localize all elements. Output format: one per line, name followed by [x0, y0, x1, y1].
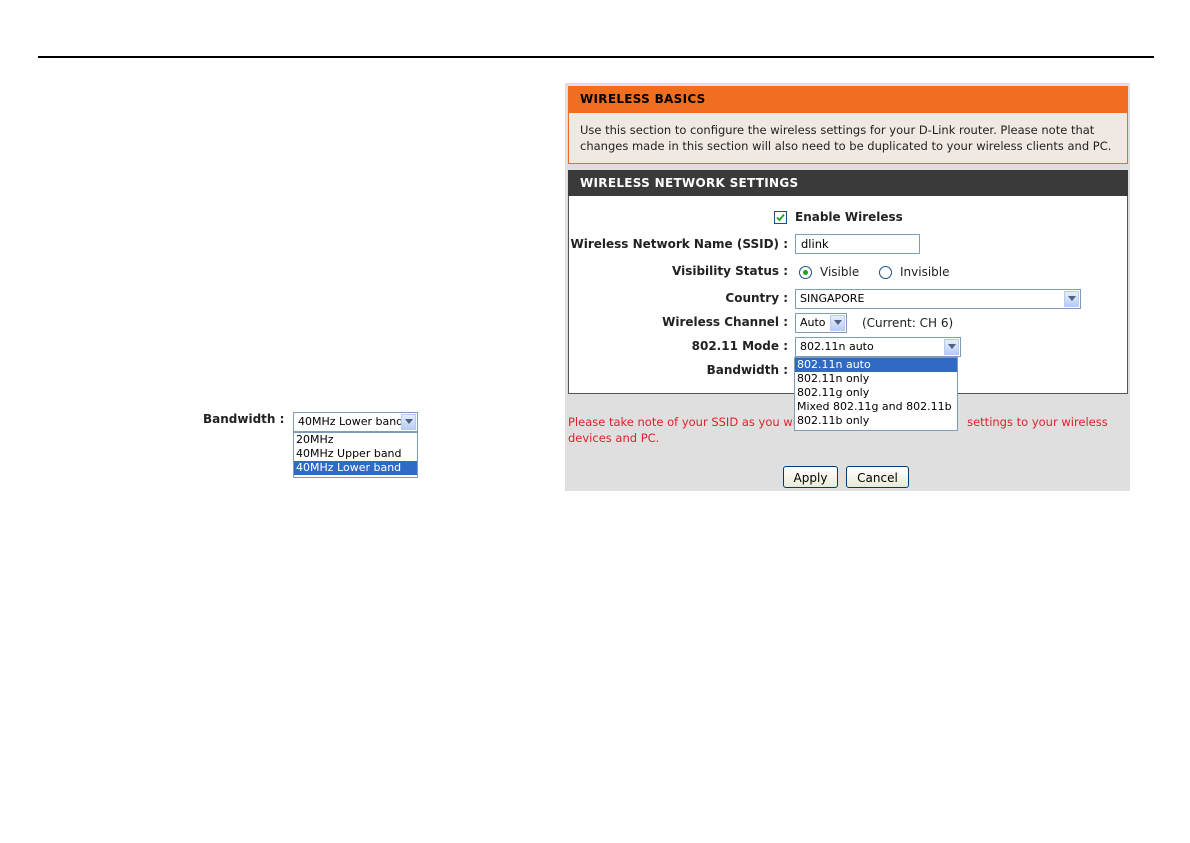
visibility-invisible-radio[interactable]: [879, 266, 892, 279]
bandwidth-detail-dropdown: 20MHz 40MHz Upper band 40MHz Lower band: [293, 432, 418, 478]
chevron-down-icon[interactable]: [944, 339, 959, 355]
wireless-basics-header: WIRELESS BASICS: [568, 86, 1128, 112]
country-label: Country :: [725, 291, 788, 305]
country-select[interactable]: SINGAPORE: [795, 289, 1081, 309]
bandwidth-option-20mhz[interactable]: 20MHz: [294, 433, 417, 447]
mode-selected: 802.11n auto: [800, 340, 874, 353]
chevron-down-icon[interactable]: [1064, 291, 1079, 307]
current-channel-text: (Current: CH 6): [862, 316, 954, 330]
bandwidth-detail-selected: 40MHz Lower band: [298, 415, 404, 428]
mode-label: 802.11 Mode :: [691, 339, 788, 353]
radio-selected-dot: [803, 270, 808, 275]
bandwidth-detail-select[interactable]: 40MHz Lower band: [293, 412, 418, 432]
wireless-channel-selected: Auto: [800, 316, 826, 329]
page-top-rule: [38, 56, 1154, 58]
mode-option-11n-only[interactable]: 802.11n only: [795, 372, 957, 386]
bandwidth-detail-label: Bandwidth :: [203, 412, 285, 426]
cancel-button[interactable]: Cancel: [846, 466, 909, 488]
checkmark-icon: [776, 213, 785, 222]
wireless-channel-label: Wireless Channel :: [662, 315, 788, 329]
apply-button[interactable]: Apply: [783, 466, 838, 488]
mode-dropdown-list: 802.11n auto 802.11n only 802.11g only M…: [794, 357, 958, 431]
wireless-network-settings-header: WIRELESS NETWORK SETTINGS: [568, 170, 1128, 196]
chevron-down-icon[interactable]: [830, 315, 845, 331]
ssid-note-start: Please take note of your SSID as you wil: [568, 415, 800, 429]
wireless-basics-description: Use this section to configure the wirele…: [568, 112, 1128, 164]
enable-wireless-label: Enable Wireless: [795, 210, 903, 224]
visibility-visible-label: Visible: [820, 265, 860, 279]
ssid-note-end: settings to your wireless: [967, 415, 1108, 429]
mode-option-mixed-11g-11b[interactable]: Mixed 802.11g and 802.11b: [795, 400, 957, 414]
enable-wireless-checkbox[interactable]: [774, 211, 787, 224]
visibility-visible-radio[interactable]: [799, 266, 812, 279]
chevron-down-icon[interactable]: [401, 414, 416, 430]
mode-option-11g-only[interactable]: 802.11g only: [795, 386, 957, 400]
mode-option-11n-auto[interactable]: 802.11n auto: [795, 358, 957, 372]
ssid-input[interactable]: dlink: [795, 234, 920, 254]
bandwidth-label: Bandwidth :: [706, 363, 788, 377]
bandwidth-option-40mhz-lower[interactable]: 40MHz Lower band: [294, 461, 417, 475]
country-selected: SINGAPORE: [800, 292, 865, 305]
ssid-label: Wireless Network Name (SSID) :: [570, 237, 788, 251]
mode-select[interactable]: 802.11n auto: [795, 337, 961, 357]
visibility-invisible-label: Invisible: [900, 265, 950, 279]
visibility-status-label: Visibility Status :: [672, 264, 788, 278]
mode-option-11b-only[interactable]: 802.11b only: [795, 414, 957, 428]
wireless-channel-select[interactable]: Auto: [795, 313, 847, 333]
bandwidth-option-40mhz-upper[interactable]: 40MHz Upper band: [294, 447, 417, 461]
router-config-panel: WIRELESS BASICS Use this section to conf…: [565, 83, 1130, 491]
ssid-note-line2: devices and PC.: [568, 431, 660, 445]
